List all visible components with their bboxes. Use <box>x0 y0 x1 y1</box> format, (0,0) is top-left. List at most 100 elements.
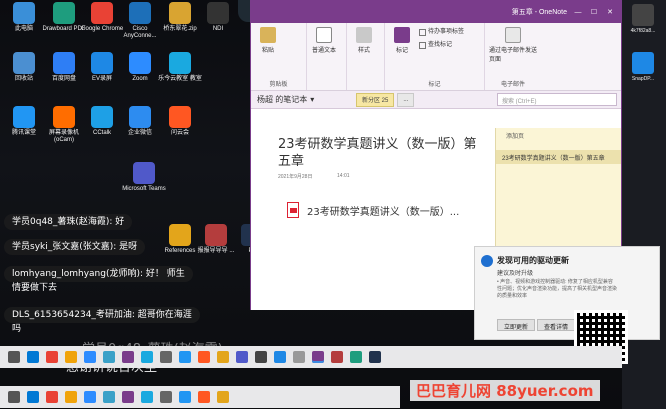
taskbar-app-icon[interactable] <box>293 351 305 363</box>
update-icon <box>481 255 493 267</box>
taskbar-app-icon[interactable] <box>84 351 96 363</box>
taskbar-app-icon[interactable] <box>122 351 134 363</box>
find-tags-button[interactable]: 查找标记 <box>419 40 464 50</box>
page-title[interactable]: 23考研数学真题讲义（数一版）第五章 <box>278 136 488 170</box>
taskbar-app-icon[interactable] <box>350 351 362 363</box>
desktop-icon-label: 企业微信 <box>127 130 152 136</box>
taskbar-app-icon[interactable] <box>217 391 229 403</box>
app-icon <box>13 2 35 24</box>
pdf-attachment[interactable]: 23考研数学真题讲义（数一版）... <box>287 202 459 218</box>
desktop-icon-label: 百度网盘 <box>51 76 76 82</box>
chat-message: 学员0q48_薯珠(赵海霞): 好 <box>4 214 133 230</box>
title-bar: 第五章 - OneNote — ☐ ✕ <box>251 1 621 23</box>
file-icon <box>632 4 654 26</box>
desktop-icon-label: NDI <box>212 26 224 32</box>
tag-icon <box>394 27 410 43</box>
desktop-icon-right-2[interactable]: SnapDP... <box>628 52 658 82</box>
desktop-icon[interactable]: Cisco AnyConne... <box>118 2 162 40</box>
styles-button[interactable]: 样式 <box>351 27 377 90</box>
taskbar-app-icon[interactable] <box>274 351 286 363</box>
taskbar-app-icon[interactable] <box>46 391 58 403</box>
taskbar-app-icon[interactable] <box>8 351 20 363</box>
taskbar-app-icon[interactable] <box>46 351 58 363</box>
taskbar-app-icon[interactable] <box>65 351 77 363</box>
taskbar-app-icon[interactable] <box>141 391 153 403</box>
page-time: 14:01 <box>337 173 350 179</box>
styles-icon <box>356 27 372 43</box>
section-tab-more[interactable]: ... <box>397 92 415 107</box>
attachment-name: 23考研数学真题讲义（数一版）... <box>307 206 460 218</box>
taskbar-app-icon[interactable] <box>198 351 210 363</box>
chevron-down-icon: ▾ <box>310 95 315 104</box>
app-icon <box>13 52 35 74</box>
desktop-icon-label: Google Chrome <box>80 26 124 32</box>
section-tab[interactable]: 新分区 25 <box>356 92 395 107</box>
close-button[interactable]: ✕ <box>605 8 615 16</box>
taskbar-app-icon[interactable] <box>217 351 229 363</box>
taskbar-lower <box>0 386 400 408</box>
todo-tag-button[interactable]: 待办事项标签 <box>419 27 464 37</box>
taskbar-app-icon[interactable] <box>255 351 267 363</box>
taskbar-app-icon[interactable] <box>160 351 172 363</box>
taskbar-app-icon[interactable] <box>331 351 343 363</box>
pdf-icon <box>287 202 299 218</box>
taskbar-app-icon[interactable] <box>179 391 191 403</box>
ribbon: 粘贴 剪贴板 普通文本 样式 标记 待办事项标签 查找标记 标记 通过电子邮件发… <box>251 23 621 91</box>
desktop-icon-right-1[interactable]: 4k7f82a8... <box>628 4 658 34</box>
chat-message-cont: 情要做下去 <box>12 283 58 293</box>
desktop-icon[interactable]: NDI <box>196 2 240 33</box>
maximize-button[interactable]: ☐ <box>589 8 599 16</box>
desktop-icon[interactable]: Microsoft Teams <box>122 162 166 193</box>
notebook-nav: 杨超 的笔记本 ▾ 新分区 25 ... 搜索 (Ctrl+E) <box>251 91 621 109</box>
desktop-icon-label: Zoom <box>132 76 148 82</box>
ribbon-group-text: 普通文本 <box>307 23 347 90</box>
taskbar-app-icon[interactable] <box>141 351 153 363</box>
desktop-icon-label: 腾讯课堂 <box>11 130 36 136</box>
add-page-button[interactable]: 添加页 <box>496 128 621 142</box>
group-label: 电子邮件 <box>500 82 525 88</box>
update-now-button[interactable]: 立即更新 <box>497 319 536 331</box>
notebook-selector[interactable]: 杨超 的笔记本 ▾ <box>251 94 356 105</box>
search-input[interactable]: 搜索 (Ctrl+E) <box>497 93 617 106</box>
desktop-icon[interactable]: 回收站 <box>2 52 46 83</box>
app-icon <box>207 2 229 24</box>
page-list-item[interactable]: 23考研数学真题讲义（数一版）第五章 <box>496 150 621 164</box>
app-icon <box>91 2 113 24</box>
ribbon-group-clipboard: 粘贴 剪贴板 <box>251 23 307 90</box>
taskbar-app-icon[interactable] <box>122 391 134 403</box>
taskbar-app-icon[interactable] <box>236 351 248 363</box>
envelope-icon <box>505 27 521 43</box>
taskbar-app-icon[interactable] <box>8 391 20 403</box>
taskbar-app-icon[interactable] <box>103 351 115 363</box>
app-icon <box>53 106 75 128</box>
taskbar-app-icon[interactable] <box>84 391 96 403</box>
taskbar-app-icon[interactable] <box>65 391 77 403</box>
notification-body: • 声音、视频和游戏控制器驱动: 修复了相应机型兼容性问题；优化声音渲染功能，提… <box>497 279 618 299</box>
app-icon <box>169 2 191 24</box>
desktop-icon[interactable]: 乐今云教室 教室 <box>158 52 202 83</box>
desktop-icon-label: 乐今云教室 教室 <box>158 76 202 82</box>
taskbar-app-icon[interactable] <box>27 391 39 403</box>
checkbox-icon <box>419 28 426 36</box>
taskbar-upper <box>0 346 622 368</box>
ribbon-group-styles: 样式 <box>347 23 385 90</box>
taskbar-app-icon[interactable] <box>179 351 191 363</box>
taskbar-app-icon[interactable] <box>198 391 210 403</box>
taskbar-app-icon[interactable] <box>160 391 172 403</box>
desktop-icon[interactable]: 腾讯课堂 <box>2 106 46 137</box>
desktop-icon[interactable]: 企业微信 <box>118 106 162 137</box>
app-icon <box>129 2 151 24</box>
normal-text-button[interactable]: 普通文本 <box>311 27 337 90</box>
taskbar-app-icon[interactable] <box>103 391 115 403</box>
taskbar-app-icon[interactable] <box>27 351 39 363</box>
desktop-icon[interactable]: 此电脑 <box>2 2 46 33</box>
desktop-icon[interactable]: 问云会 <box>158 106 202 137</box>
view-details-button[interactable]: 查看详情 <box>537 319 576 331</box>
minimize-button[interactable]: — <box>573 9 583 16</box>
page-canvas[interactable]: 23考研数学真题讲义（数一版）第五章 2021年9月28日 14:01 23考研… <box>251 128 495 310</box>
taskbar-app-icon[interactable] <box>369 351 381 363</box>
taskbar-app-icon[interactable] <box>312 351 324 363</box>
desktop-icon[interactable]: Zoom <box>118 52 162 83</box>
notification-title: 发现可用的驱动更新 <box>497 256 569 265</box>
watermark: 巴巴育儿网 88yuer.com <box>410 380 600 401</box>
